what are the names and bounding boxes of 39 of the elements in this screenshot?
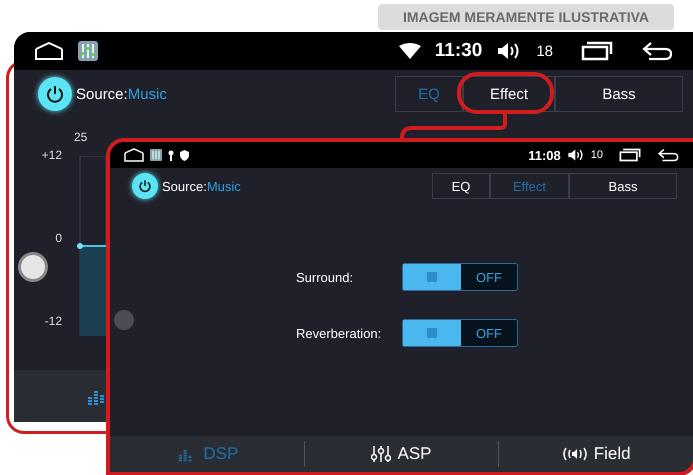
equalizer-app-icon — [150, 149, 162, 161]
tab[interactable]: Bass — [569, 173, 677, 199]
power-button[interactable] — [38, 77, 72, 111]
disclaimer-label: IMAGEM MERAMENTE ILUSTRATIVA — [378, 4, 674, 30]
toggle-switch[interactable]: OFF — [402, 263, 518, 291]
bottom-tab[interactable]: Field — [499, 436, 693, 472]
tab[interactable]: EQ — [432, 173, 490, 199]
key-icon — [168, 150, 174, 160]
source-label: Source:Music — [162, 178, 241, 194]
power-icon — [45, 84, 65, 104]
band-label: 25 — [74, 130, 88, 144]
equalizer-app-icon — [78, 41, 98, 61]
volume-level: 10 — [590, 149, 603, 161]
bottom-tab[interactable]: ASP — [304, 436, 498, 472]
axis-label: -12 — [44, 314, 62, 328]
tab[interactable]: Effect — [463, 76, 555, 112]
home-icon — [124, 148, 144, 162]
setting-label: Reverberation: — [296, 326, 382, 340]
volume-icon — [566, 148, 585, 162]
back-icon[interactable] — [641, 41, 673, 61]
setting-label: Surround: — [296, 270, 354, 284]
axis-label: 0 — [55, 231, 62, 245]
power-icon — [138, 179, 152, 193]
status-time: 11:08 — [528, 148, 561, 162]
tab[interactable]: Bass — [555, 76, 683, 112]
shield-icon — [180, 150, 189, 160]
volume-level: 18 — [536, 42, 553, 60]
toggle-switch[interactable]: OFF — [402, 319, 518, 347]
source-label: Source:Music — [76, 86, 167, 102]
recent-apps-icon[interactable] — [581, 41, 613, 61]
sliders-icon — [371, 445, 392, 463]
power-button[interactable] — [132, 173, 158, 199]
status-time: 11:30 — [434, 40, 482, 62]
recent-apps-icon[interactable] — [619, 148, 641, 162]
back-icon[interactable] — [657, 148, 679, 162]
home-icon — [34, 41, 64, 61]
axis-label: +12 — [42, 148, 62, 162]
speaker-waves-icon — [562, 446, 588, 462]
wifi-icon — [398, 43, 421, 59]
